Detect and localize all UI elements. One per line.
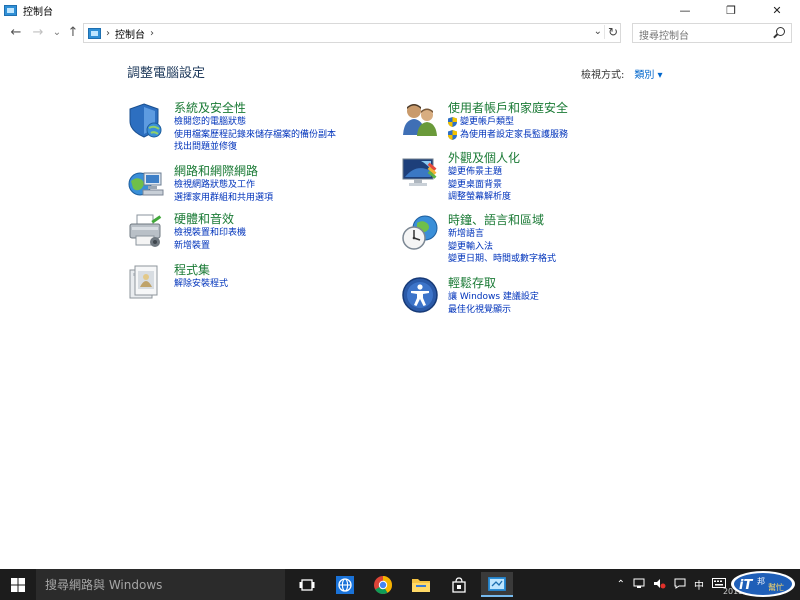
search-box[interactable] <box>632 23 792 46</box>
forward-arrow-icon[interactable]: → <box>30 24 46 42</box>
view-by-dropdown[interactable]: 類別 <box>634 66 662 81</box>
link-label[interactable]: 變更帳戶類型 <box>460 116 514 129</box>
breadcrumb-chevron-icon[interactable]: › <box>150 28 154 39</box>
link-add-language[interactable]: 新增語言 <box>448 228 668 241</box>
navigation-bar: ← → ⌄ ↑ › 控制台 › ⌄ ↻ <box>0 22 800 46</box>
search-icon[interactable] <box>776 27 785 36</box>
file-explorer-icon[interactable] <box>405 572 437 597</box>
category-title[interactable]: 程式集 <box>174 263 394 278</box>
taskbar-search-text[interactable]: 搜尋網路與 Windows <box>45 576 162 593</box>
display-icon[interactable] <box>401 151 439 189</box>
shield-globe-icon[interactable] <box>127 101 165 139</box>
up-arrow-icon[interactable]: ↑ <box>65 24 81 42</box>
users-icon[interactable] <box>401 101 439 139</box>
category-title[interactable]: 系統及安全性 <box>174 101 394 116</box>
address-bar[interactable]: › 控制台 › ⌄ ↻ <box>83 23 621 43</box>
svg-text:邦: 邦 <box>757 576 765 586</box>
network-globe-icon[interactable] <box>127 164 165 202</box>
svg-text:iT: iT <box>739 578 753 593</box>
link-optimize-display[interactable]: 最佳化視覺顯示 <box>448 304 668 317</box>
task-view-icon[interactable] <box>291 572 323 597</box>
control-panel-window: 控制台 — ❐ ✕ ← → ⌄ ↑ › 控制台 › ⌄ ↻ 調整電腦設定 檢視方… <box>0 0 800 569</box>
link-file-history[interactable]: 使用檔案歷程記錄來儲存檔案的備份副本 <box>174 129 394 142</box>
category-title[interactable]: 使用者帳戶和家庭安全 <box>448 101 668 116</box>
view-by-label: 檢視方式: <box>581 70 625 81</box>
uac-shield-icon <box>448 129 457 140</box>
recent-locations-chevron-icon[interactable]: ⌄ <box>49 24 65 42</box>
programs-icon[interactable] <box>127 263 165 301</box>
link-screen-resolution[interactable]: 調整螢幕解析度 <box>448 191 668 204</box>
link-uninstall-program[interactable]: 解除安裝程式 <box>174 278 394 291</box>
view-by: 檢視方式: 類別 <box>581 66 663 81</box>
taskbar: 搜尋網路與 Windows ⌃ 中 iT 邦 幫忙 <box>0 569 800 600</box>
uac-shield-icon <box>448 117 457 128</box>
link-change-background[interactable]: 變更桌面背景 <box>448 179 668 192</box>
link-recommend-settings[interactable]: 讓 Windows 建議設定 <box>448 291 668 304</box>
ithome-watermark-logo: iT 邦 幫忙 <box>731 571 795 597</box>
control-panel-taskbar-icon[interactable] <box>481 572 513 597</box>
link-troubleshoot[interactable]: 找出問題並修復 <box>174 141 394 154</box>
system-tray: ⌃ 中 <box>613 569 730 600</box>
control-panel-icon <box>4 4 17 16</box>
chrome-icon[interactable] <box>367 572 399 597</box>
category-title[interactable]: 時鐘、語言和區域 <box>448 213 668 228</box>
show-hidden-icons-icon[interactable]: ⌃ <box>617 579 625 590</box>
link-date-time-format[interactable]: 變更日期、時間或數字格式 <box>448 253 668 266</box>
taskbar-search[interactable]: 搜尋網路與 Windows <box>36 569 285 600</box>
window-title: 控制台 <box>23 6 53 18</box>
category-title[interactable]: 硬體和音效 <box>174 212 394 227</box>
link-change-theme[interactable]: 變更佈景主題 <box>448 166 668 179</box>
browser-globe-icon[interactable] <box>329 572 361 597</box>
refresh-icon[interactable]: ↻ <box>603 25 618 39</box>
category-title[interactable]: 輕鬆存取 <box>448 276 668 291</box>
link-add-device[interactable]: 新增裝置 <box>174 240 394 253</box>
svg-text:幫忙: 幫忙 <box>768 582 784 592</box>
printer-icon[interactable] <box>127 212 165 250</box>
link-change-input[interactable]: 變更輸入法 <box>448 241 668 254</box>
link-review-status[interactable]: 檢閱您的電腦狀態 <box>174 116 394 129</box>
network-icon[interactable] <box>633 578 645 592</box>
action-center-icon[interactable] <box>674 578 686 592</box>
category-title[interactable]: 網路和網際網路 <box>174 164 394 179</box>
breadcrumb-chevron-icon[interactable]: › <box>106 28 110 39</box>
maximize-button[interactable]: ❐ <box>708 0 754 20</box>
back-arrow-icon[interactable]: ← <box>8 24 24 42</box>
clock-globe-icon[interactable] <box>401 213 439 251</box>
link-parental-controls[interactable]: 為使用者設定家長監護服務 <box>448 129 668 142</box>
volume-muted-icon[interactable] <box>653 578 666 592</box>
start-button[interactable] <box>0 569 36 600</box>
ime-indicator[interactable]: 中 <box>694 577 704 592</box>
link-network-status[interactable]: 檢視網路狀態及工作 <box>174 179 394 192</box>
category-title[interactable]: 外觀及個人化 <box>448 151 668 166</box>
search-input[interactable] <box>639 27 774 46</box>
close-button[interactable]: ✕ <box>754 0 800 20</box>
breadcrumb[interactable]: 控制台 <box>115 26 145 41</box>
link-label[interactable]: 為使用者設定家長監護服務 <box>460 129 568 142</box>
link-devices-printers[interactable]: 檢視裝置和印表機 <box>174 227 394 240</box>
store-icon[interactable] <box>443 572 475 597</box>
windows-logo-icon <box>11 577 25 592</box>
link-homegroup[interactable]: 選擇家用群組和共用選項 <box>174 192 394 205</box>
address-dropdown-icon[interactable]: ⌄ <box>594 26 602 37</box>
accessibility-icon[interactable] <box>401 276 439 314</box>
control-panel-icon <box>88 27 101 39</box>
link-change-account-type[interactable]: 變更帳戶類型 <box>448 116 668 129</box>
title-bar: 控制台 — ❐ ✕ <box>0 0 800 20</box>
window-controls: — ❐ ✕ <box>662 0 800 20</box>
page-title: 調整電腦設定 <box>127 66 206 81</box>
minimize-button[interactable]: — <box>662 0 708 20</box>
